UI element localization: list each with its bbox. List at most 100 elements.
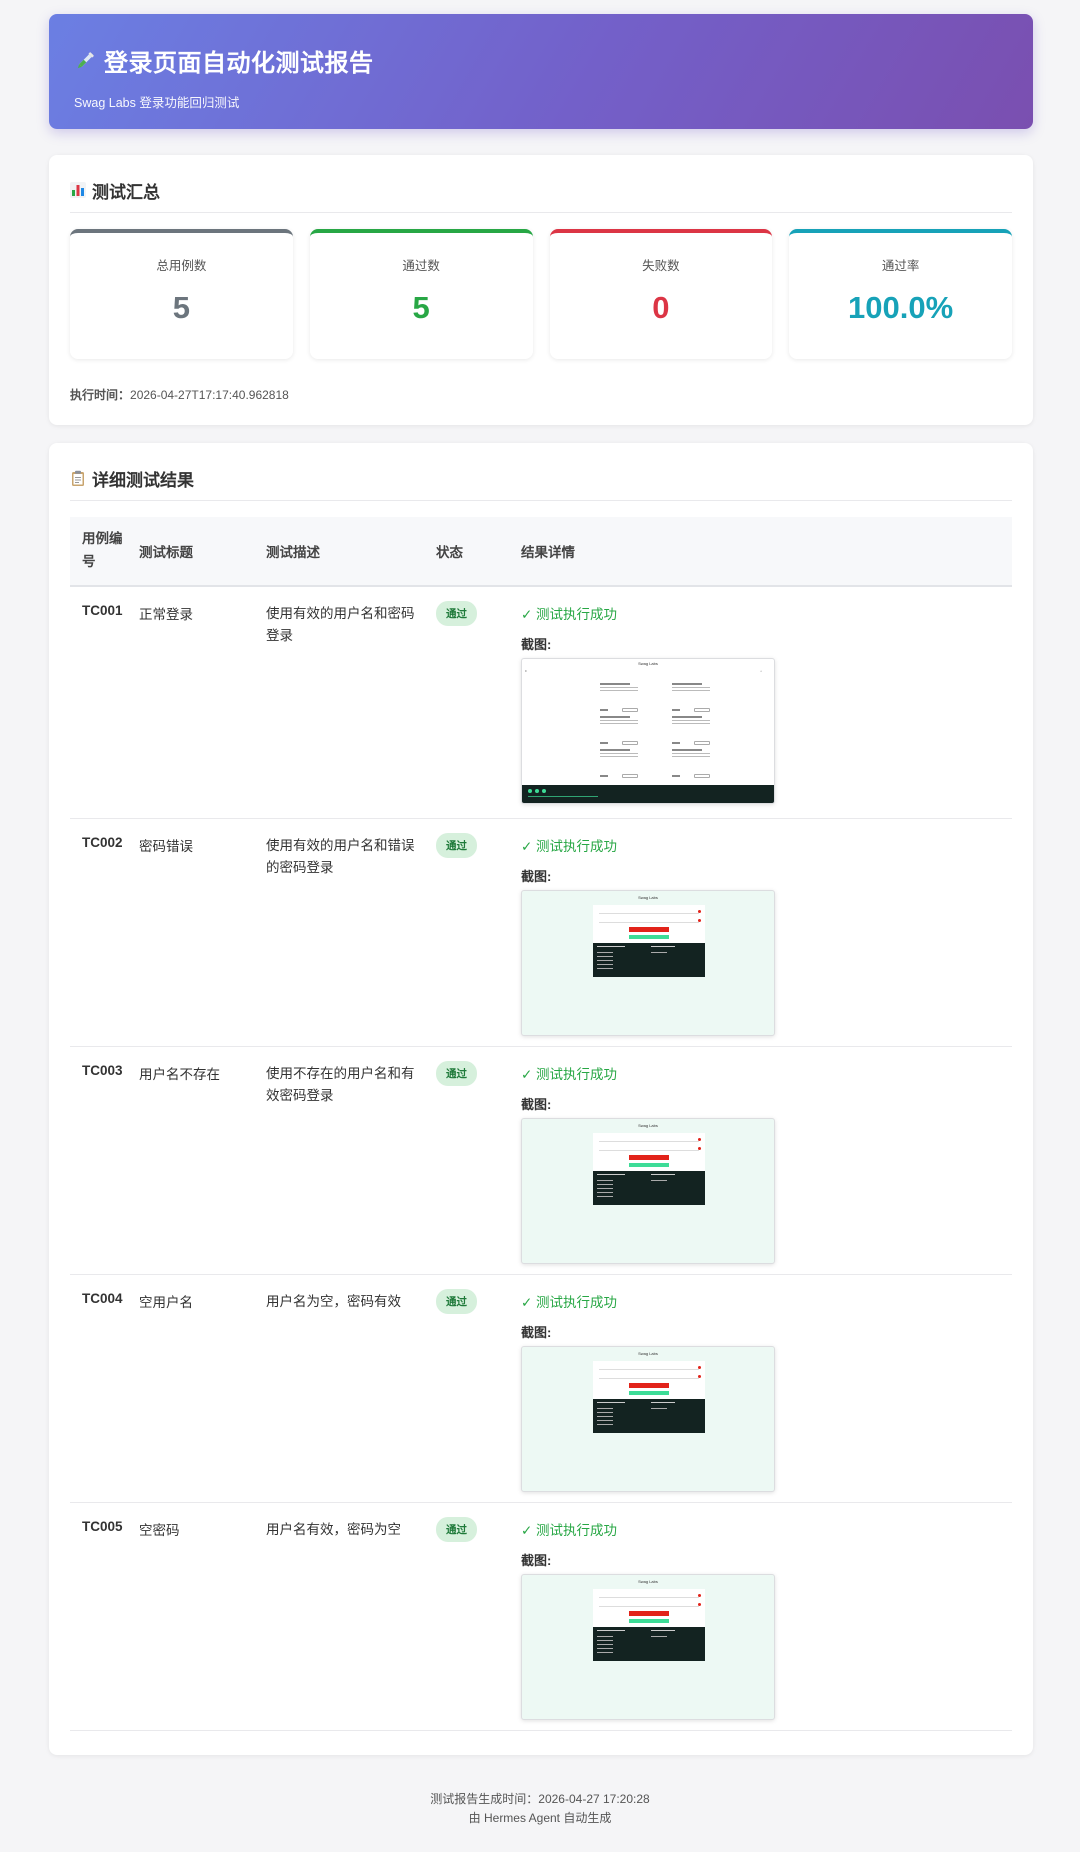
page-title-text: 登录页面自动化测试报告 [104,50,374,77]
details-card: 详细测试结果 用例编号 测试标题 测试描述 状态 结果详情 TC001 正常登录… [49,443,1033,1755]
status-cell: 通过 [436,833,521,858]
bar-chart-icon [70,182,86,198]
stats-row: 总用例数 5 通过数 5 失败数 0 通过率 100.0% [70,229,1012,359]
status-cell: 通过 [436,1289,521,1314]
screenshot-thumbnail[interactable]: Swag Labs ≡ ⌂ [521,658,775,804]
screenshot-app-title: Swag Labs [638,1579,658,1584]
stat-passed-label: 通过数 [402,259,440,273]
stat-failed-value: 0 [652,290,670,325]
stat-pass-rate: 通过率 100.0% [789,229,1012,359]
result-message: ✓ 测试执行成功 [521,1295,618,1310]
screenshot-app-title: Swag Labs [638,661,658,666]
case-id: TC001 [82,603,123,618]
page-title: 登录页面自动化测试报告 [74,43,1008,78]
credit-text: 由 Hermes Agent 自动生成 [468,1811,612,1826]
column-header-desc: 测试描述 [266,545,320,560]
report-footer: 测试报告生成时间：2026-04-27 17:20:28 由 Hermes Ag… [0,1790,1080,1828]
case-description: 使用不存在的用户名和有效密码登录 [266,1066,415,1104]
case-description: 使用有效的用户名和错误的密码登录 [266,838,415,876]
stat-total-label: 总用例数 [156,259,207,273]
stat-total: 总用例数 5 [70,229,293,359]
screenshot-login-panel [593,905,705,977]
case-description: 用户名有效，密码为空 [266,1522,401,1537]
generated-time-label: 测试报告生成时间： [430,1792,539,1806]
stat-pass-rate-label: 通过率 [881,259,920,273]
status-cell: 通过 [436,1061,521,1086]
summary-section-title: 测试汇总 [70,155,1012,213]
screenshot-thumbnail[interactable]: Swag Labs [521,1118,775,1264]
result-cell: ✓ 测试执行成功 截图: Swag Labs [521,1517,1012,1720]
table-header: 用例编号 测试标题 测试描述 状态 结果详情 [70,517,1012,587]
screenshot-label: 截图: [521,1553,552,1568]
status-badge: 通过 [436,833,477,858]
stat-total-value: 5 [172,290,190,325]
case-title: 空密码 [139,1523,180,1538]
case-description: 使用有效的用户名和密码登录 [266,606,415,644]
screenshot-label: 截图: [521,1325,552,1340]
summary-title-text: 测试汇总 [92,182,160,202]
status-badge: 通过 [436,1061,477,1086]
column-header-title: 测试标题 [139,545,193,560]
case-title: 正常登录 [139,607,193,622]
execution-time-label: 执行时间： [70,388,131,402]
screenshot-product [600,681,644,712]
screenshot-label: 截图: [521,1097,552,1112]
screenshot-product [600,714,644,745]
result-cell: ✓ 测试执行成功 截图: Swag Labs [521,1289,1012,1492]
result-message: ✓ 测试执行成功 [521,839,618,854]
screenshot-thumbnail[interactable]: Swag Labs [521,1346,775,1492]
status-badge: 通过 [436,1517,477,1542]
screenshot-cart: ⌂ [760,669,762,673]
case-title: 空用户名 [139,1295,193,1310]
table-row: TC002 密码错误 使用有效的用户名和错误的密码登录 通过 ✓ 测试执行成功 … [70,819,1012,1047]
execution-time-value: 2026-04-27T17:17:40.962818 [130,388,289,402]
screenshot-app-title: Swag Labs [638,1123,658,1128]
case-title: 用户名不存在 [139,1067,220,1082]
table-row: TC004 空用户名 用户名为空，密码有效 通过 ✓ 测试执行成功 截图: Sw… [70,1275,1012,1503]
stat-pass-rate-value: 100.0% [848,290,954,325]
stat-failed-label: 失败数 [642,259,680,273]
column-header-status: 状态 [436,545,463,560]
screenshot-label: 截图: [521,637,552,652]
screenshot-login-panel [593,1133,705,1205]
case-id: TC002 [82,835,123,850]
stat-passed: 通过数 5 [309,229,533,359]
table-row: TC003 用户名不存在 使用不存在的用户名和有效密码登录 通过 ✓ 测试执行成… [70,1047,1012,1275]
result-cell: ✓ 测试执行成功 截图: Swag Labs [521,1061,1012,1264]
screenshot-product [672,681,716,712]
details-title-text: 详细测试结果 [92,470,194,490]
screenshot-app-title: Swag Labs [638,895,658,900]
page-subtitle: Swag Labs 登录功能回归测试 [74,96,240,110]
case-id: TC004 [82,1291,123,1306]
result-message: ✓ 测试执行成功 [521,607,618,622]
case-id: TC003 [82,1063,123,1078]
column-header-result: 结果详情 [521,545,575,560]
screenshot-footer [522,785,774,803]
generated-time: 测试报告生成时间：2026-04-27 17:20:28 [0,1790,1080,1809]
details-section-title: 详细测试结果 [70,443,1012,501]
report-container: 登录页面自动化测试报告 Swag Labs 登录功能回归测试 测试汇总 总用例数… [49,14,1033,1755]
screenshot-product [672,747,716,778]
generated-time-value: 2026-04-27 17:20:28 [538,1792,650,1806]
screenshot-label: 截图: [521,869,552,884]
screenshot-product [672,714,716,745]
execution-time: 执行时间：2026-04-27T17:17:40.962818 [70,386,1012,403]
screenshot-login-panel [593,1361,705,1433]
stat-passed-value: 5 [412,290,430,325]
screenshot-thumbnail[interactable]: Swag Labs [521,1574,775,1720]
case-id: TC005 [82,1519,123,1534]
clipboard-icon [72,470,84,486]
status-badge: 通过 [436,1289,477,1314]
status-badge: 通过 [436,601,477,626]
result-cell: ✓ 测试执行成功 截图: Swag Labs [521,833,1012,1036]
screenshot-thumbnail[interactable]: Swag Labs [521,890,775,1036]
screenshot-app-title: Swag Labs [638,1351,658,1356]
result-message: ✓ 测试执行成功 [521,1523,618,1538]
column-header-id: 用例编号 [82,531,123,569]
status-cell: 通过 [436,1517,521,1542]
stat-failed: 失败数 0 [549,229,773,359]
table-row: TC005 空密码 用户名有效，密码为空 通过 ✓ 测试执行成功 截图: Swa… [70,1503,1012,1731]
screenshot-login-panel [593,1589,705,1661]
table-row: TC001 正常登录 使用有效的用户名和密码登录 通过 ✓ 测试执行成功 截图:… [70,587,1012,819]
summary-card: 测试汇总 总用例数 5 通过数 5 失败数 0 通过率 100.0% 执行时间：… [49,155,1033,425]
